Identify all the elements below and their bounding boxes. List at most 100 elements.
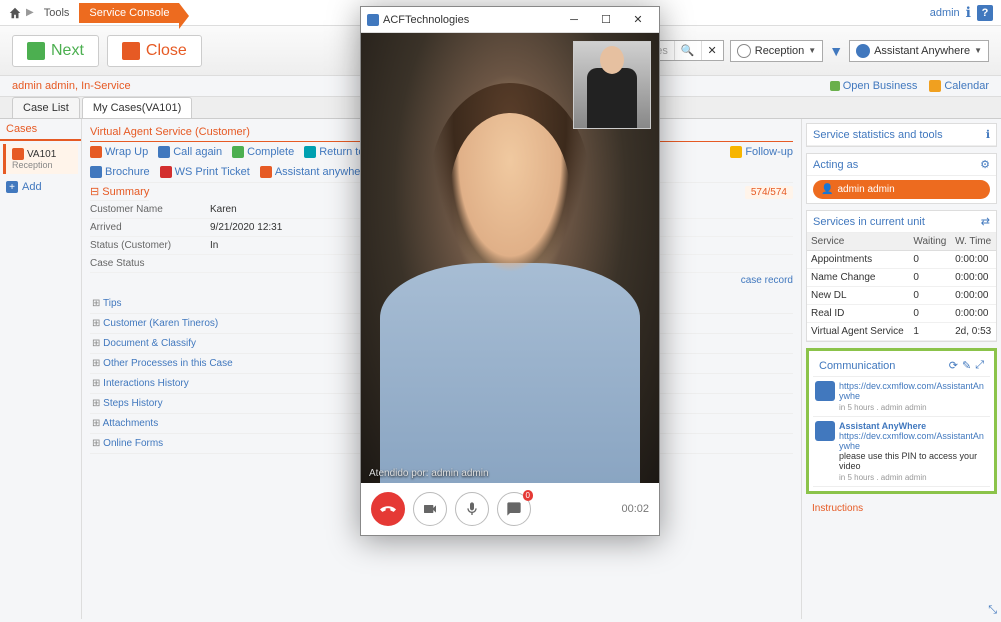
- case-item[interactable]: VA101 Reception: [3, 144, 78, 174]
- attended-by-label: Atendido por: admin admin: [361, 464, 659, 483]
- col-wtime[interactable]: W. Time: [951, 233, 996, 251]
- open-business-label: Open Business: [843, 80, 918, 92]
- transfer-icon[interactable]: ⇄: [981, 215, 990, 228]
- table-row[interactable]: Appointments00:00:00: [807, 251, 996, 269]
- hangup-button[interactable]: [371, 492, 405, 526]
- acting-as-title: Acting as: [813, 159, 858, 171]
- call-again-button[interactable]: Call again: [158, 146, 222, 158]
- wrapup-icon: [90, 146, 102, 158]
- record-count: 574/574: [745, 186, 793, 199]
- breadcrumb-service-console[interactable]: Service Console: [79, 3, 179, 23]
- col-service[interactable]: Service: [807, 233, 909, 251]
- info-icon[interactable]: ℹ: [966, 4, 971, 21]
- speaker-icon: [27, 42, 45, 60]
- wrap-up-button[interactable]: Wrap Up: [90, 146, 148, 158]
- chat-badge: 0: [523, 490, 533, 501]
- help-icon[interactable]: ?: [977, 5, 993, 21]
- cases-panel-title: Cases: [0, 119, 81, 141]
- resize-icon[interactable]: ⤡: [988, 604, 997, 617]
- search-icon[interactable]: 🔍: [674, 41, 701, 60]
- brochure-icon: [90, 166, 102, 178]
- case-status-label: Case Status: [90, 258, 210, 269]
- assistant-dropdown[interactable]: Assistant Anywhere ▼: [849, 40, 989, 62]
- customer-name-label: Customer Name: [90, 204, 210, 215]
- current-user[interactable]: admin: [930, 7, 960, 19]
- print-icon: [160, 166, 172, 178]
- picture-in-picture[interactable]: [573, 41, 651, 129]
- customer-name-value: Karen: [210, 204, 237, 215]
- microphone-button[interactable]: [455, 492, 489, 526]
- add-case-button[interactable]: + Add: [0, 177, 81, 197]
- communication-title: Communication: [819, 360, 895, 372]
- assistant-icon: [260, 166, 272, 178]
- camera-button[interactable]: [413, 492, 447, 526]
- expand-icon[interactable]: ⤢: [975, 359, 984, 372]
- open-business-link[interactable]: Open Business: [830, 80, 918, 92]
- arrived-value: 9/21/2020 12:31: [210, 222, 282, 233]
- next-button[interactable]: Next: [12, 35, 99, 67]
- tab-my-cases[interactable]: My Cases(VA101): [82, 97, 192, 118]
- close-label: Close: [146, 42, 187, 60]
- ws-print-button[interactable]: WS Print Ticket: [160, 166, 250, 178]
- minimize-button[interactable]: ─: [559, 10, 589, 30]
- maximize-button[interactable]: ☐: [591, 10, 621, 30]
- agent-status: admin admin, In-Service: [12, 80, 131, 92]
- chevron-down-icon: ▼: [808, 46, 816, 55]
- home-icon[interactable]: [8, 6, 22, 20]
- follow-up-button[interactable]: Follow-up: [730, 146, 793, 158]
- acting-as-pill[interactable]: 👤 admin admin: [813, 180, 990, 199]
- window-title: ACFTechnologies: [383, 14, 469, 26]
- table-row[interactable]: Virtual Agent Service12d, 0:53: [807, 323, 996, 341]
- refresh-icon[interactable]: ⟳: [949, 359, 958, 372]
- tab-case-list[interactable]: Case List: [12, 97, 80, 118]
- unit-dropdown[interactable]: Reception ▼: [730, 40, 823, 62]
- services-table: Service Waiting W. Time Appointments00:0…: [807, 233, 996, 341]
- unit-label: Reception: [755, 45, 805, 57]
- assistant-anywhere-button[interactable]: Assistant anywhere: [260, 166, 370, 178]
- assistant-label: Assistant Anywhere: [874, 45, 970, 57]
- followup-icon: [730, 146, 742, 158]
- info-icon[interactable]: ℹ: [986, 128, 990, 141]
- table-row[interactable]: Name Change00:00:00: [807, 269, 996, 287]
- summary-toggle[interactable]: ⊟ Summary: [90, 183, 149, 201]
- col-waiting[interactable]: Waiting: [909, 233, 951, 251]
- close-window-button[interactable]: ✕: [623, 10, 653, 30]
- chevron-down-icon: ▼: [974, 46, 982, 55]
- call-timer: 00:02: [621, 503, 649, 515]
- next-label: Next: [51, 42, 84, 60]
- calendar-icon: [929, 80, 941, 92]
- services-title: Services in current unit: [813, 216, 925, 228]
- person-icon: 👤: [821, 184, 833, 195]
- comm-message[interactable]: https://dev.cxmflow.com/AssistantAnywhei…: [813, 377, 990, 417]
- chat-button[interactable]: 0: [497, 492, 531, 526]
- arrived-label: Arrived: [90, 222, 210, 233]
- table-row[interactable]: Real ID00:00:00: [807, 305, 996, 323]
- instructions-section[interactable]: Instructions: [806, 500, 997, 517]
- close-button[interactable]: Close: [107, 35, 202, 67]
- add-label: Add: [22, 181, 42, 193]
- comm-message[interactable]: Assistant AnyWherehttps://dev.cxmflow.co…: [813, 417, 990, 487]
- brochure-button[interactable]: Brochure: [90, 166, 150, 178]
- acting-name: admin admin: [837, 184, 894, 195]
- breadcrumb: ▶ Tools Service Console: [8, 3, 179, 23]
- exit-icon: [122, 42, 140, 60]
- edit-icon[interactable]: ✎: [962, 359, 971, 372]
- return-icon: [304, 146, 316, 158]
- sms-icon: [815, 421, 835, 441]
- calendar-label: Calendar: [944, 80, 989, 92]
- status-label: Status (Customer): [90, 240, 210, 251]
- app-icon: [367, 14, 379, 26]
- user-icon: [856, 44, 870, 58]
- table-row[interactable]: New DL00:00:00: [807, 287, 996, 305]
- complete-button[interactable]: Complete: [232, 146, 294, 158]
- stats-title: Service statistics and tools: [813, 129, 943, 141]
- plus-icon: +: [6, 181, 18, 193]
- calendar-link[interactable]: Calendar: [929, 80, 989, 92]
- chevron-right-icon: ▶: [26, 7, 34, 18]
- gear-icon[interactable]: ⚙: [980, 158, 990, 171]
- filter-icon[interactable]: ▼: [829, 43, 843, 59]
- clear-search-icon[interactable]: ✕: [701, 41, 723, 60]
- status-value: In: [210, 240, 218, 251]
- open-icon: [830, 81, 840, 91]
- breadcrumb-tools[interactable]: Tools: [38, 7, 76, 19]
